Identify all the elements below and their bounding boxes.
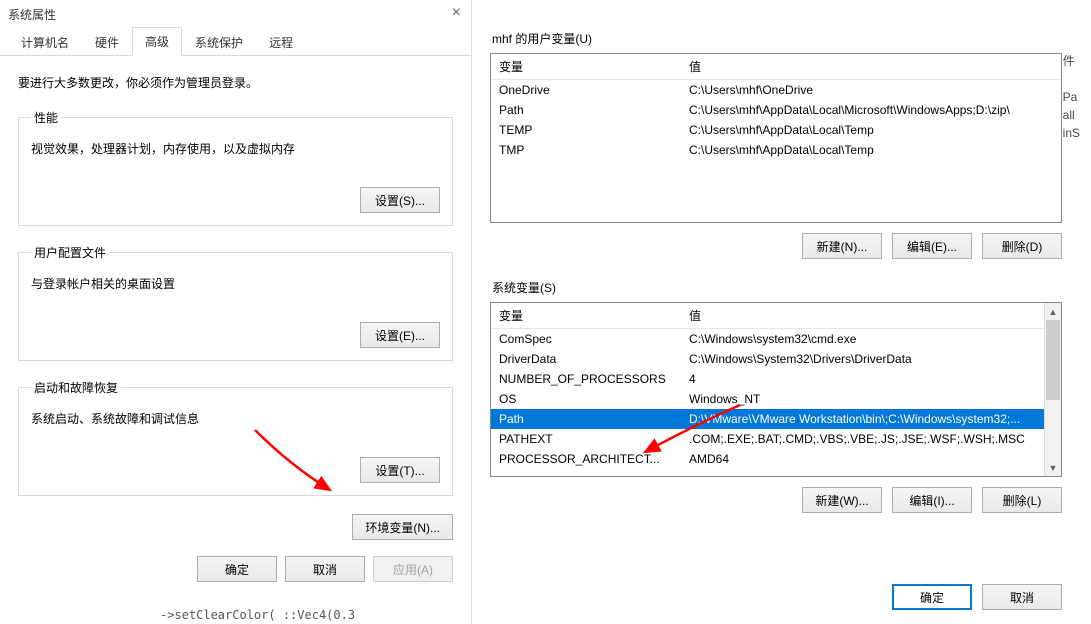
sys-vars-buttons: 新建(W)... 编辑(I)... 删除(L) bbox=[472, 487, 1062, 513]
table-row[interactable]: ComSpecC:\Windows\system32\cmd.exe bbox=[491, 329, 1044, 350]
var-value: D:\VMware\VMware Workstation\bin\;C:\Win… bbox=[681, 409, 1044, 429]
table-row[interactable]: DriverDataC:\Windows\System32\Drivers\Dr… bbox=[491, 349, 1044, 369]
system-properties-dialog: 系统属性 × 计算机名 硬件 高级 系统保护 远程 要进行大多数更改，你必须作为… bbox=[0, 0, 472, 624]
var-name: PROCESSOR_ARCHITECT... bbox=[491, 449, 681, 469]
startup-desc: 系统启动、系统故障和调试信息 bbox=[31, 410, 440, 427]
envvars-cancel-button[interactable]: 取消 bbox=[982, 584, 1062, 610]
var-value: .COM;.EXE;.BAT;.CMD;.VBS;.VBE;.JS;.JSE;.… bbox=[681, 429, 1044, 449]
title-bar: 系统属性 × bbox=[0, 0, 471, 28]
user-profiles-desc: 与登录帐户相关的桌面设置 bbox=[31, 275, 440, 292]
col-header-variable[interactable]: 变量 bbox=[491, 303, 681, 329]
performance-group: 性能 视觉效果，处理器计划，内存使用，以及虚拟内存 设置(S)... bbox=[18, 109, 453, 226]
col-header-value[interactable]: 值 bbox=[681, 54, 1061, 80]
environment-variables-dialog: 件 Pa all inS mhf 的用户变量(U) 变量 值 OneDriveC… bbox=[472, 0, 1080, 624]
table-row[interactable]: PathC:\Users\mhf\AppData\Local\Microsoft… bbox=[491, 100, 1061, 120]
delete-user-var-button[interactable]: 删除(D) bbox=[982, 233, 1062, 259]
var-name: NUMBER_OF_PROCESSORS bbox=[491, 369, 681, 389]
dialog-title: 系统属性 bbox=[8, 6, 56, 23]
envvars-ok-button[interactable]: 确定 bbox=[892, 584, 972, 610]
scroll-up-icon[interactable]: ▲ bbox=[1045, 303, 1061, 320]
var-value: C:\Users\mhf\OneDrive bbox=[681, 80, 1061, 101]
startup-recovery-group: 启动和故障恢复 系统启动、系统故障和调试信息 设置(T)... bbox=[18, 379, 453, 496]
performance-desc: 视觉效果，处理器计划，内存使用，以及虚拟内存 bbox=[31, 140, 440, 157]
table-row[interactable]: OSWindows_NT bbox=[491, 389, 1044, 409]
table-row[interactable]: PROCESSOR_ARCHITECT...AMD64 bbox=[491, 449, 1044, 469]
tab-content: 要进行大多数更改，你必须作为管理员登录。 性能 视觉效果，处理器计划，内存使用，… bbox=[0, 56, 471, 550]
startup-settings-button[interactable]: 设置(T)... bbox=[360, 457, 440, 483]
var-value: C:\Users\mhf\AppData\Local\Temp bbox=[681, 120, 1061, 140]
var-name: PATHEXT bbox=[491, 429, 681, 449]
col-header-variable[interactable]: 变量 bbox=[491, 54, 681, 80]
sysprops-ok-button[interactable]: 确定 bbox=[197, 556, 277, 582]
var-name: TMP bbox=[491, 140, 681, 160]
user-profiles-legend: 用户配置文件 bbox=[31, 244, 109, 261]
edit-sys-var-button[interactable]: 编辑(I)... bbox=[892, 487, 972, 513]
sys-vars-table[interactable]: 变量 值 ComSpecC:\Windows\system32\cmd.exeD… bbox=[491, 303, 1044, 469]
var-name: Path bbox=[491, 100, 681, 120]
new-user-var-button[interactable]: 新建(N)... bbox=[802, 233, 882, 259]
startup-legend: 启动和故障恢复 bbox=[31, 379, 121, 396]
close-icon[interactable]: × bbox=[452, 4, 461, 22]
sysprops-apply-button: 应用(A) bbox=[373, 556, 453, 582]
var-value: 4 bbox=[681, 369, 1044, 389]
background-code-fragment: ->setClearColor( ::Vec4(0.3 bbox=[160, 608, 355, 622]
sys-vars-table-box: 变量 值 ComSpecC:\Windows\system32\cmd.exeD… bbox=[490, 302, 1062, 477]
var-value: Windows_NT bbox=[681, 389, 1044, 409]
user-vars-table[interactable]: 变量 值 OneDriveC:\Users\mhf\OneDrivePathC:… bbox=[491, 54, 1061, 160]
user-profiles-settings-button[interactable]: 设置(E)... bbox=[360, 322, 440, 348]
var-value: C:\Users\mhf\AppData\Local\Microsoft\Win… bbox=[681, 100, 1061, 120]
scroll-thumb[interactable] bbox=[1046, 320, 1060, 400]
var-name: OS bbox=[491, 389, 681, 409]
var-name: Path bbox=[491, 409, 681, 429]
col-header-value[interactable]: 值 bbox=[681, 303, 1044, 329]
var-name: TEMP bbox=[491, 120, 681, 140]
tab-hardware[interactable]: 硬件 bbox=[82, 28, 132, 56]
table-row[interactable]: TEMPC:\Users\mhf\AppData\Local\Temp bbox=[491, 120, 1061, 140]
tab-system-protection[interactable]: 系统保护 bbox=[182, 28, 256, 56]
envvars-footer: 确定 取消 bbox=[892, 584, 1062, 610]
edit-user-var-button[interactable]: 编辑(E)... bbox=[892, 233, 972, 259]
sys-vars-scrollbar[interactable]: ▲ ▼ bbox=[1044, 303, 1061, 476]
tab-advanced[interactable]: 高级 bbox=[132, 27, 182, 56]
var-value: C:\Windows\system32\cmd.exe bbox=[681, 329, 1044, 350]
sysprops-footer: 确定 取消 应用(A) bbox=[197, 556, 453, 582]
var-value: C:\Windows\System32\Drivers\DriverData bbox=[681, 349, 1044, 369]
var-name: DriverData bbox=[491, 349, 681, 369]
tab-computer-name[interactable]: 计算机名 bbox=[8, 28, 82, 56]
performance-settings-button[interactable]: 设置(S)... bbox=[360, 187, 440, 213]
performance-legend: 性能 bbox=[31, 109, 61, 126]
scroll-down-icon[interactable]: ▼ bbox=[1045, 459, 1061, 476]
admin-instruction: 要进行大多数更改，你必须作为管理员登录。 bbox=[18, 74, 453, 91]
sys-vars-label: 系统变量(S) bbox=[492, 279, 1080, 296]
environment-variables-button[interactable]: 环境变量(N)... bbox=[352, 514, 453, 540]
sysprops-cancel-button[interactable]: 取消 bbox=[285, 556, 365, 582]
var-value: C:\Users\mhf\AppData\Local\Temp bbox=[681, 140, 1061, 160]
delete-sys-var-button[interactable]: 删除(L) bbox=[982, 487, 1062, 513]
new-sys-var-button[interactable]: 新建(W)... bbox=[802, 487, 882, 513]
user-profiles-group: 用户配置文件 与登录帐户相关的桌面设置 设置(E)... bbox=[18, 244, 453, 361]
tab-strip: 计算机名 硬件 高级 系统保护 远程 bbox=[0, 28, 471, 56]
table-row[interactable]: TMPC:\Users\mhf\AppData\Local\Temp bbox=[491, 140, 1061, 160]
user-vars-table-box: 变量 值 OneDriveC:\Users\mhf\OneDrivePathC:… bbox=[490, 53, 1062, 223]
var-name: OneDrive bbox=[491, 80, 681, 101]
table-row[interactable]: PATHEXT.COM;.EXE;.BAT;.CMD;.VBS;.VBE;.JS… bbox=[491, 429, 1044, 449]
var-value: AMD64 bbox=[681, 449, 1044, 469]
table-row[interactable]: PathD:\VMware\VMware Workstation\bin\;C:… bbox=[491, 409, 1044, 429]
table-row[interactable]: OneDriveC:\Users\mhf\OneDrive bbox=[491, 80, 1061, 101]
var-name: ComSpec bbox=[491, 329, 681, 350]
tab-remote[interactable]: 远程 bbox=[256, 28, 306, 56]
user-vars-buttons: 新建(N)... 编辑(E)... 删除(D) bbox=[472, 233, 1062, 259]
background-text-fragment: 件 Pa all inS bbox=[1063, 52, 1080, 142]
table-row[interactable]: NUMBER_OF_PROCESSORS4 bbox=[491, 369, 1044, 389]
user-vars-label: mhf 的用户变量(U) bbox=[492, 30, 1080, 47]
